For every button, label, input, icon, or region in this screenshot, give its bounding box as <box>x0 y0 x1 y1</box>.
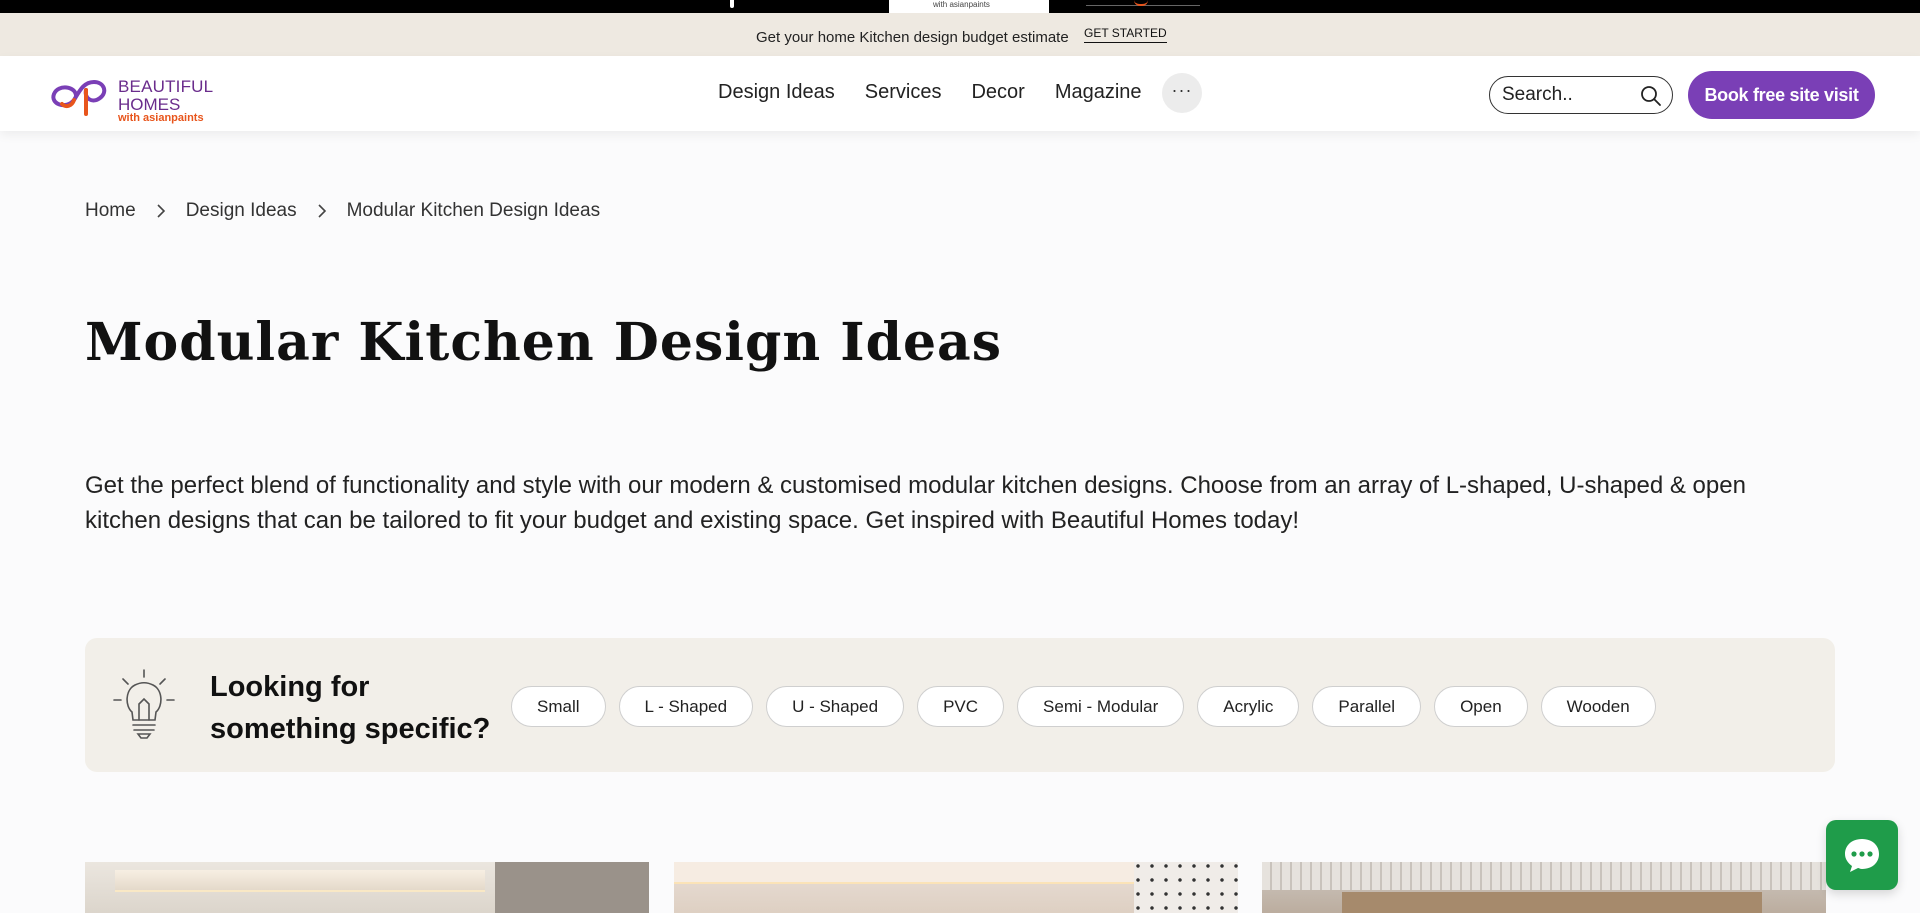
nav-item-design-ideas[interactable]: Design Ideas <box>718 80 835 104</box>
kitchen-design-card[interactable] <box>674 862 1238 913</box>
chip-parallel[interactable]: Parallel <box>1312 686 1422 727</box>
nav-item-decor[interactable]: Decor <box>971 80 1024 104</box>
kitchen-image-slatted-ceiling <box>1262 862 1826 890</box>
chip-acrylic[interactable]: Acrylic <box>1197 686 1300 727</box>
filter-chips: Small L - Shaped U - Shaped PVC Semi - M… <box>511 686 1669 727</box>
logo-text-asianpaints: with asianpaints <box>118 112 204 124</box>
page-title: Modular Kitchen Design Ideas <box>85 312 1003 373</box>
chat-button[interactable] <box>1826 820 1898 890</box>
promo-text: Get your home Kitchen design budget esti… <box>756 29 1069 46</box>
main-nav: Design Ideas Services Decor Magazine <box>718 80 1172 104</box>
nav-item-services[interactable]: Services <box>865 80 942 104</box>
kitchen-design-card[interactable] <box>1262 862 1826 913</box>
search-box[interactable] <box>1489 76 1673 114</box>
kitchen-design-card[interactable] <box>85 862 649 913</box>
banner-partner-text: with asianpaints <box>933 0 990 9</box>
more-dots-icon[interactable]: ··· <box>1162 73 1202 113</box>
top-banner-strip: with asianpaints <box>0 0 1920 13</box>
nav-item-magazine[interactable]: Magazine <box>1055 80 1142 104</box>
chip-small[interactable]: Small <box>511 686 606 727</box>
book-site-visit-button[interactable]: Book free site visit <box>1688 71 1875 119</box>
header: BEAUTIFUL HOMES with asianpaints Design … <box>0 56 1920 131</box>
kitchen-image-cabinet <box>495 862 649 913</box>
chip-pvc[interactable]: PVC <box>917 686 1005 727</box>
breadcrumb-home[interactable]: Home <box>85 200 136 222</box>
filter-panel: Looking for something specific? Small L … <box>85 638 1835 772</box>
get-started-link[interactable]: GET STARTED <box>1084 26 1167 43</box>
kitchen-image-terrazzo-wall <box>1134 862 1238 913</box>
chip-wooden[interactable]: Wooden <box>1540 686 1656 727</box>
chat-bubble-icon <box>1845 839 1879 872</box>
logo-text-homes: HOMES <box>118 95 181 114</box>
chevron-right-icon <box>318 204 326 218</box>
filter-heading: Looking for something specific? <box>210 671 491 745</box>
kitchen-image-wood-panel <box>1342 892 1762 913</box>
intro-text: Get the perfect blend of functionality a… <box>85 472 1746 534</box>
banner-fragment <box>730 0 734 8</box>
kitchen-image-ceiling <box>115 870 485 892</box>
banner-fragment-dark <box>1783 0 1787 8</box>
breadcrumb-current: Modular Kitchen Design Ideas <box>346 200 601 221</box>
chip-u-shaped[interactable]: U - Shaped <box>766 686 905 727</box>
logo-text-beautiful: BEAUTIFUL <box>118 77 214 96</box>
chip-l-shaped[interactable]: L - Shaped <box>618 686 754 727</box>
promo-bar: Get your home Kitchen design budget esti… <box>0 13 1920 56</box>
logo-mark-icon <box>51 79 107 116</box>
kitchen-image-ceiling <box>674 862 1154 884</box>
logo[interactable]: BEAUTIFUL HOMES with asianpaints <box>48 68 228 124</box>
breadcrumb: Home Design Ideas Modular Kitchen Design… <box>85 200 600 222</box>
lightbulb-icon <box>113 669 175 739</box>
chevron-right-icon <box>157 204 165 218</box>
chip-semi-modular[interactable]: Semi - Modular <box>1017 686 1185 727</box>
search-icon[interactable] <box>1640 85 1662 107</box>
banner-partner-card: with asianpaints <box>889 0 1787 13</box>
chip-open[interactable]: Open <box>1434 686 1528 727</box>
search-input[interactable] <box>1502 84 1632 106</box>
breadcrumb-design-ideas[interactable]: Design Ideas <box>186 200 297 222</box>
